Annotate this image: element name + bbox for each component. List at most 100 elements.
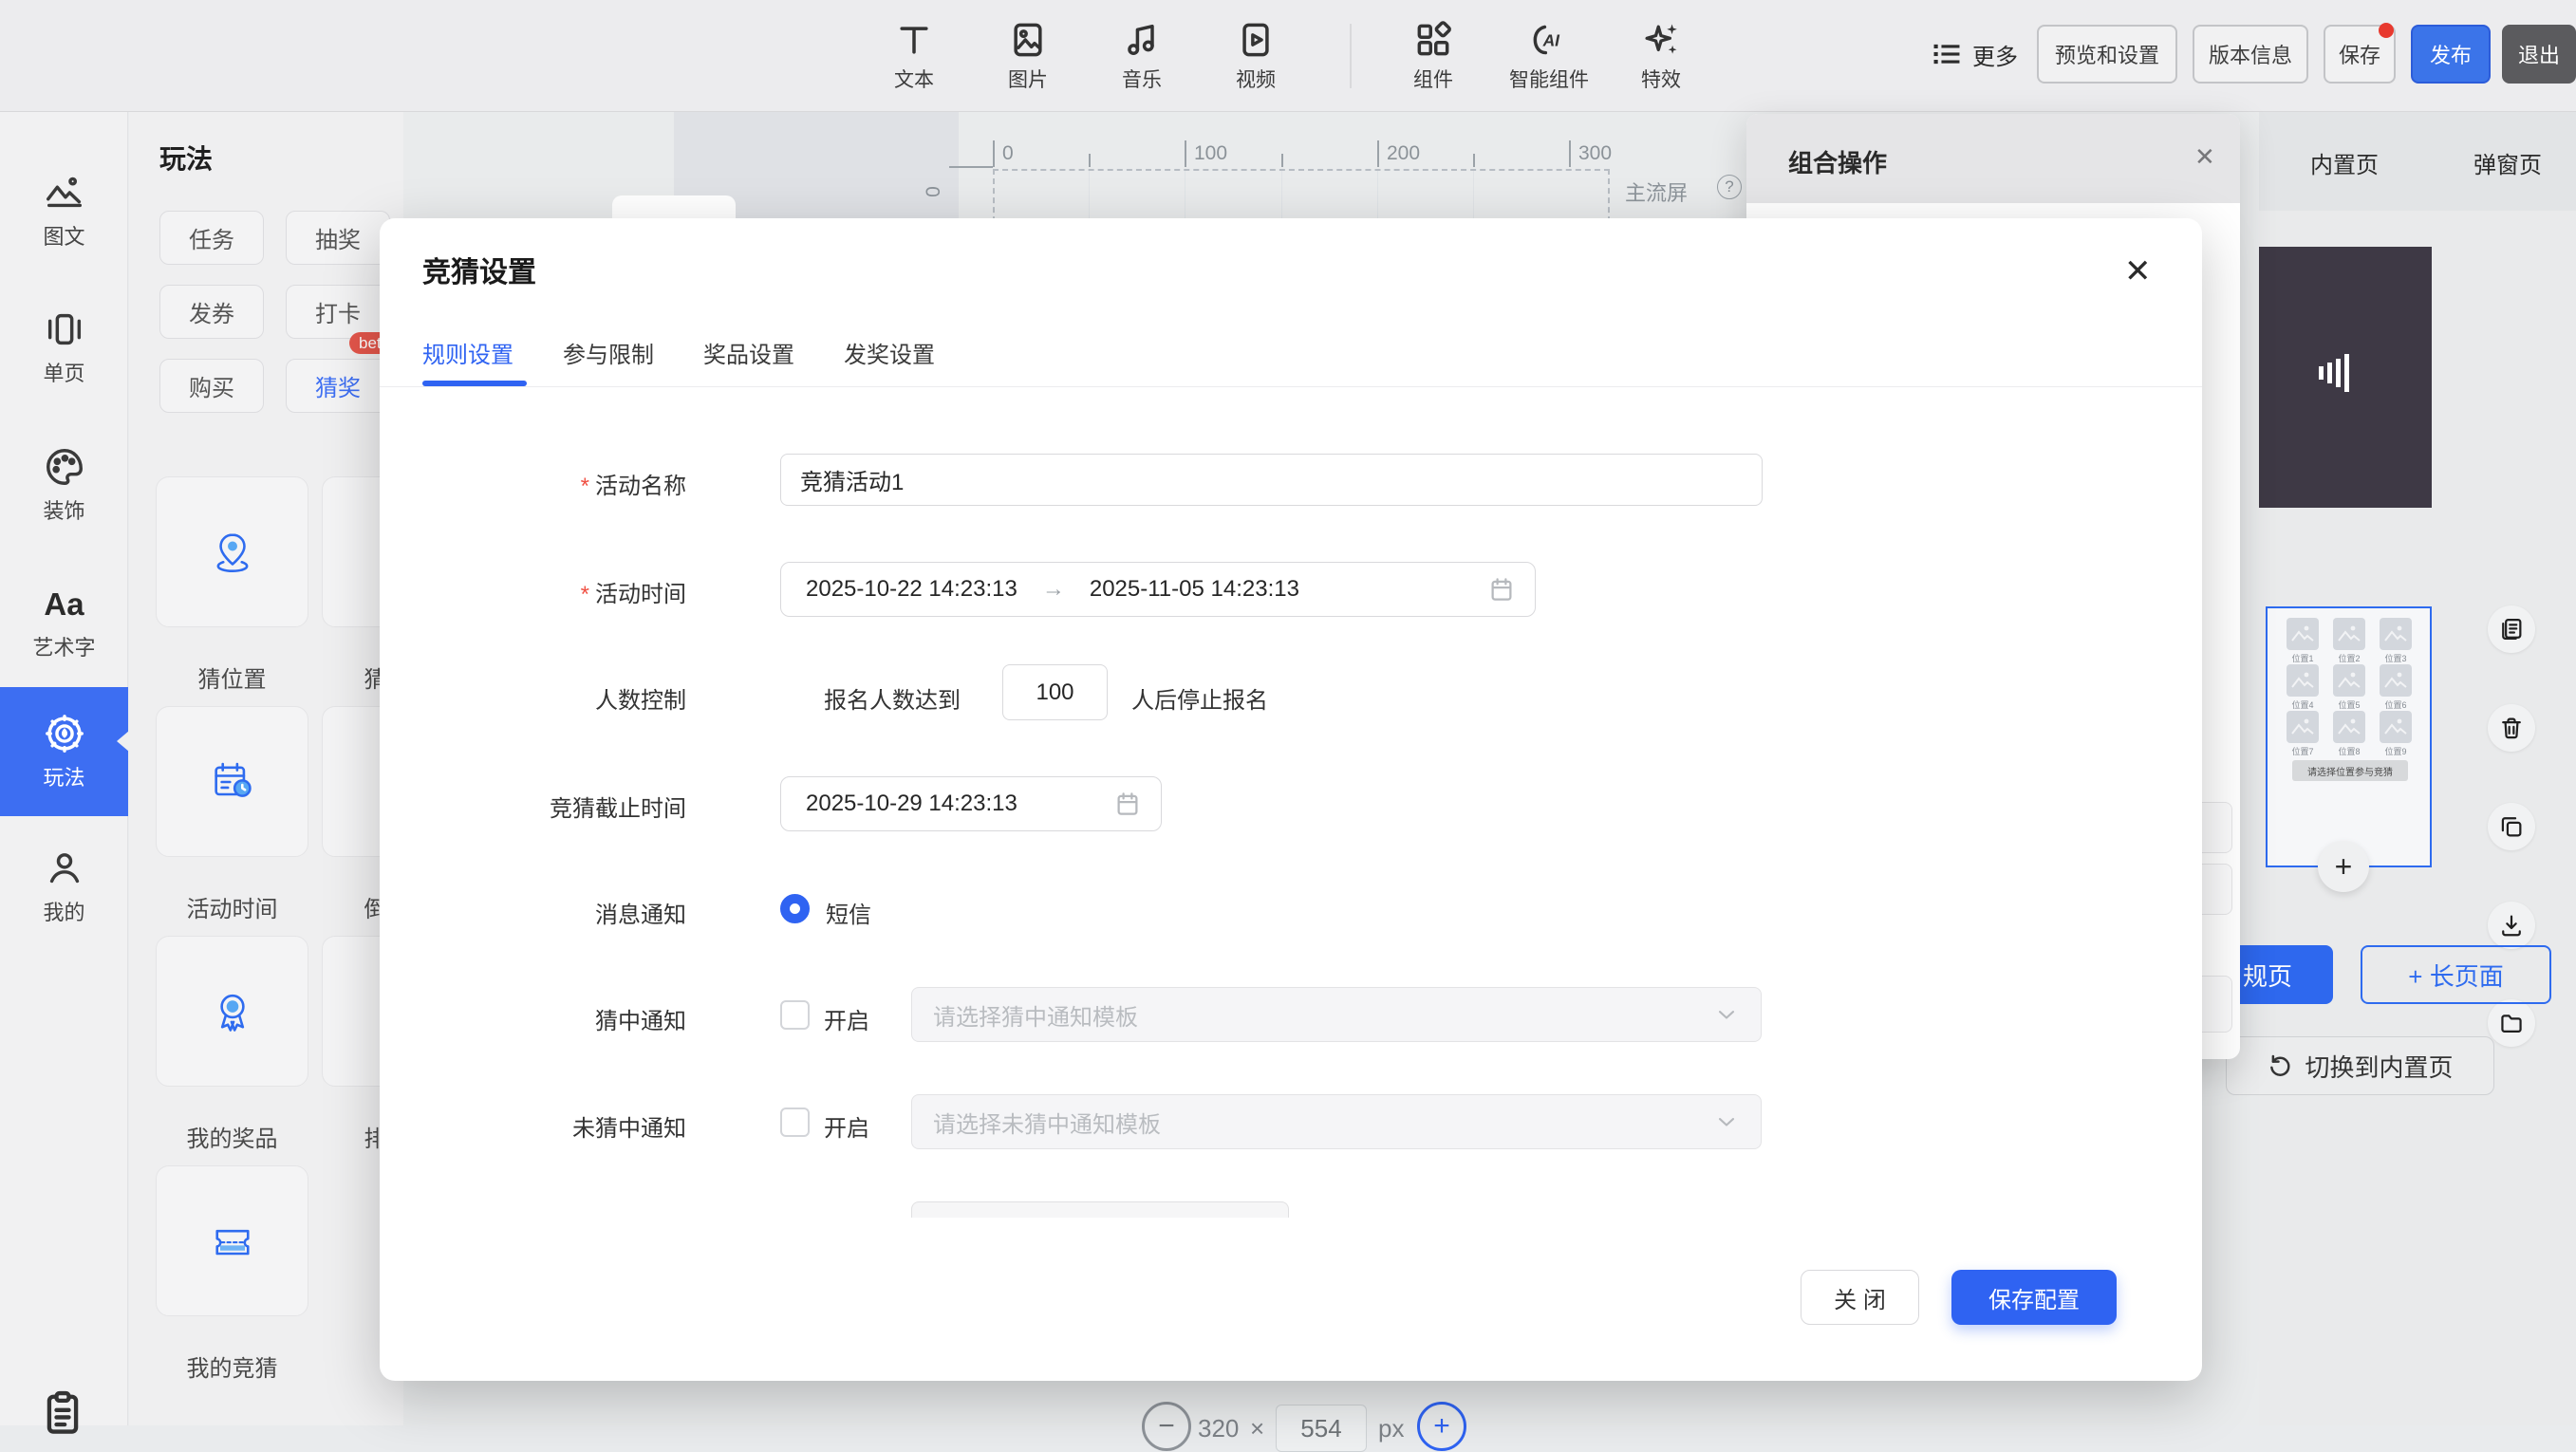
sidebar-item-mine[interactable]: 我的 bbox=[0, 822, 128, 951]
tab-popup-page[interactable]: 弹窗页 bbox=[2473, 146, 2542, 179]
card-label: 我的奖品 bbox=[156, 1120, 308, 1153]
left-nav-rail: 图文 单页 装饰 Aa 艺术字 玩法 我的 bbox=[0, 112, 128, 1425]
field-label-win-notify: 猜中通知 bbox=[383, 1002, 686, 1035]
save-config-button[interactable]: 保存配置 bbox=[1951, 1270, 2117, 1325]
tab-builtin-page[interactable]: 内置页 bbox=[2310, 146, 2379, 179]
play-type-guess[interactable]: 猜奖 bbox=[286, 359, 390, 413]
modal-close-icon[interactable]: ✕ bbox=[2124, 252, 2152, 290]
add-long-page-button[interactable]: + 长页面 bbox=[2361, 945, 2551, 1004]
sidebar-item-single-page[interactable]: 单页 bbox=[0, 283, 128, 412]
download-page-button[interactable] bbox=[2488, 902, 2535, 949]
deadline-datetime: 2025-10-29 14:23:13 bbox=[806, 791, 1017, 817]
win-notify-checkbox[interactable] bbox=[780, 1000, 810, 1030]
sidebar-item-label: 图文 bbox=[43, 220, 84, 251]
thumb-slot: 位置5 bbox=[2327, 664, 2371, 711]
thumb-slot: 位置7 bbox=[2281, 711, 2324, 757]
sidebar-item-image-text[interactable]: 图文 bbox=[0, 146, 128, 275]
sms-radio[interactable] bbox=[780, 894, 810, 923]
single-page-icon bbox=[43, 307, 86, 351]
max-count-input[interactable] bbox=[1002, 664, 1108, 720]
tool-label: 视频 bbox=[1236, 65, 1276, 93]
play-type-checkin[interactable]: 打卡 bbox=[286, 285, 390, 339]
clipboard-icon[interactable] bbox=[38, 1387, 87, 1437]
mainstream-screen-label: 主流屏 bbox=[1625, 177, 1688, 207]
tool-image[interactable]: 图片 bbox=[979, 9, 1077, 103]
combo-panel-title: 组合操作 bbox=[1788, 144, 1887, 179]
ai-components-icon: AI bbox=[1528, 19, 1570, 61]
tool-music[interactable]: 音乐 bbox=[1092, 9, 1191, 103]
sidebar-item-art-text[interactable]: Aa 艺术字 bbox=[0, 558, 128, 687]
toolbar-divider bbox=[1350, 24, 1352, 88]
exit-button[interactable]: 退出 bbox=[2502, 25, 2576, 84]
canvas-height-input[interactable] bbox=[1276, 1405, 1367, 1452]
thumb-select-position-button[interactable]: 请选择位置参与竞猜 bbox=[2292, 760, 2408, 781]
play-type-lottery[interactable]: 抽奖 bbox=[286, 211, 390, 265]
ruler-tick bbox=[1377, 140, 1379, 167]
sidebar-item-decoration[interactable]: 装饰 bbox=[0, 420, 128, 549]
more-button[interactable]: 更多 bbox=[1929, 36, 2018, 72]
tool-video[interactable]: 视频 bbox=[1206, 9, 1305, 103]
calendar-clock-icon bbox=[208, 757, 257, 807]
copy-doc-button[interactable] bbox=[2488, 605, 2535, 653]
tool-effects[interactable]: 特效 bbox=[1612, 9, 1710, 103]
lose-notify-checkbox[interactable] bbox=[780, 1108, 810, 1137]
duplicate-page-button[interactable] bbox=[2488, 803, 2535, 850]
plus-glyph: + bbox=[1433, 1410, 1450, 1443]
card-label: 我的竞猜 bbox=[156, 1350, 308, 1383]
tool-text[interactable]: 文本 bbox=[865, 9, 963, 103]
active-item-notch bbox=[117, 731, 129, 752]
card-activity-time[interactable] bbox=[156, 706, 308, 857]
help-icon[interactable]: ? bbox=[1717, 175, 1742, 199]
deadline-picker[interactable]: 2025-10-29 14:23:13 bbox=[780, 776, 1162, 831]
ruler-label: 100 bbox=[1194, 142, 1227, 165]
sidebar-item-label: 玩法 bbox=[43, 761, 84, 791]
zoom-out-button[interactable]: − bbox=[1142, 1402, 1191, 1451]
card-my-guesses[interactable] bbox=[156, 1165, 308, 1316]
card-guess-position[interactable] bbox=[156, 476, 308, 627]
publish-button[interactable]: 发布 bbox=[2411, 25, 2491, 84]
activity-name-input[interactable] bbox=[780, 454, 1763, 506]
card-label: 活动时间 bbox=[156, 890, 308, 923]
activity-time-range-picker[interactable]: 2025-10-22 14:23:13 → 2025-11-05 14:23:1… bbox=[780, 562, 1536, 617]
artboard-gridline bbox=[1473, 171, 1474, 220]
lose-template-select[interactable]: 请选择未猜中通知模板 bbox=[911, 1094, 1762, 1149]
version-info-button[interactable]: 版本信息 bbox=[2193, 25, 2308, 84]
delete-page-button[interactable] bbox=[2488, 704, 2535, 752]
field-label-message-notify: 消息通知 bbox=[383, 896, 686, 929]
tab-participation-limit[interactable]: 参与限制 bbox=[563, 336, 654, 369]
add-page-button[interactable]: + bbox=[2318, 841, 2369, 892]
tab-award-settings[interactable]: 发奖设置 bbox=[844, 336, 935, 369]
artboard-gridline bbox=[1089, 171, 1090, 220]
folder-button[interactable] bbox=[2488, 999, 2535, 1047]
audio-bars-icon bbox=[2319, 354, 2349, 392]
switch-to-builtin-button[interactable]: 切换到内置页 bbox=[2226, 1036, 2494, 1095]
play-type-purchase[interactable]: 购买 bbox=[159, 359, 264, 413]
tab-rule-settings[interactable]: 规则设置 bbox=[422, 336, 513, 369]
image-text-icon bbox=[43, 171, 86, 214]
sidebar-item-play[interactable]: 玩法 bbox=[0, 687, 128, 816]
card-my-prizes[interactable] bbox=[156, 936, 308, 1087]
play-type-coupon[interactable]: 发券 bbox=[159, 285, 264, 339]
tab-prize-settings[interactable]: 奖品设置 bbox=[703, 336, 794, 369]
document-copy-icon bbox=[2498, 616, 2525, 642]
zoom-in-button[interactable]: + bbox=[1417, 1402, 1466, 1451]
win-template-select[interactable]: 请选择猜中通知模板 bbox=[911, 987, 1762, 1042]
tool-components[interactable]: 组件 bbox=[1384, 9, 1483, 103]
combo-close-icon[interactable]: ✕ bbox=[2194, 142, 2215, 172]
calendar-icon bbox=[1487, 575, 1516, 604]
dark-page-preview[interactable] bbox=[2259, 247, 2432, 508]
minus-glyph: − bbox=[1158, 1410, 1175, 1443]
preview-settings-button[interactable]: 预览和设置 bbox=[2037, 25, 2177, 84]
page-thumbnail-selected[interactable]: 位置1 位置2 位置3 位置4 位置5 位置6 位置7 位置8 位置9 请选择位… bbox=[2266, 606, 2432, 867]
thumb-slot: 位置3 bbox=[2374, 618, 2417, 664]
end-datetime: 2025-11-05 14:23:13 bbox=[1090, 576, 1299, 603]
modal-close-button[interactable]: 关 闭 bbox=[1801, 1270, 1919, 1325]
tool-ai-components[interactable]: AI 智能组件 bbox=[1492, 9, 1606, 103]
medal-icon bbox=[208, 987, 257, 1036]
play-type-task[interactable]: 任务 bbox=[159, 211, 264, 265]
sidebar-item-label: 装饰 bbox=[43, 494, 84, 525]
thumb-slot: 位置6 bbox=[2374, 664, 2417, 711]
count-checkbox-label: 报名人数达到 bbox=[824, 681, 961, 715]
times-glyph: × bbox=[1250, 1414, 1264, 1443]
more-label: 更多 bbox=[1972, 38, 2018, 71]
